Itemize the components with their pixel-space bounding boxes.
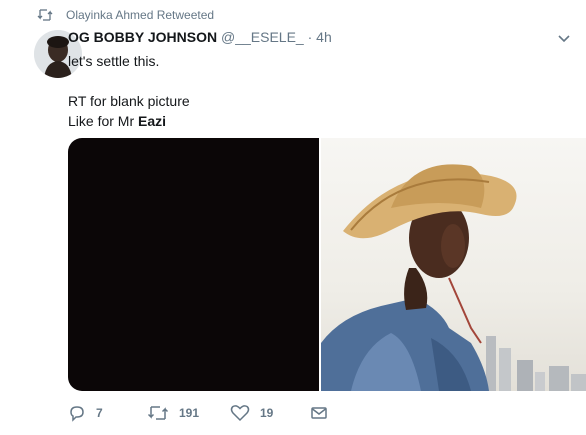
- tweet-text-line: Like for Mr Eazi: [68, 111, 190, 131]
- like-count: 19: [260, 406, 274, 420]
- retweet-context-label[interactable]: Olayinka Ahmed Retweeted: [66, 8, 214, 22]
- header-separator: ·: [307, 29, 313, 45]
- tweet-text-line: let's settle this.: [68, 53, 160, 69]
- tweet-header: OG BOBBY JOHNSON @__ESELE_ · 4h: [68, 29, 332, 45]
- tweet-timestamp[interactable]: 4h: [316, 29, 332, 45]
- tweet-media[interactable]: [68, 138, 586, 391]
- retweet-icon: [37, 9, 53, 21]
- retweet-icon[interactable]: [147, 404, 169, 422]
- tweet-text-prefix: Like for Mr: [68, 113, 139, 129]
- tweet-text: let's settle this. RT for blank picture …: [68, 51, 190, 131]
- tweet-actions: 7 191 19: [68, 403, 568, 423]
- like-icon[interactable]: [230, 404, 250, 422]
- chevron-down-icon[interactable]: [557, 33, 571, 43]
- direct-message-action[interactable]: [310, 403, 328, 423]
- like-action[interactable]: 19: [230, 403, 273, 423]
- blank-picture[interactable]: [68, 138, 319, 391]
- author-handle[interactable]: @__ESELE_: [221, 29, 304, 45]
- reply-action[interactable]: 7: [68, 403, 103, 423]
- direct-message-icon[interactable]: [310, 405, 328, 421]
- tweet[interactable]: Olayinka Ahmed Retweeted OG BOBBY JOHNSO…: [0, 0, 586, 435]
- tweet-text-line: RT for blank picture: [68, 93, 190, 109]
- portrait-photo[interactable]: [321, 138, 586, 391]
- reply-icon[interactable]: [68, 404, 86, 422]
- author-name[interactable]: OG BOBBY JOHNSON: [68, 29, 217, 45]
- reply-count: 7: [96, 406, 103, 420]
- tweet-text-bold: Eazi: [138, 113, 167, 129]
- retweet-action[interactable]: 191: [147, 403, 199, 423]
- retweet-count: 191: [179, 406, 200, 420]
- tweet-text-spacer: [68, 71, 190, 91]
